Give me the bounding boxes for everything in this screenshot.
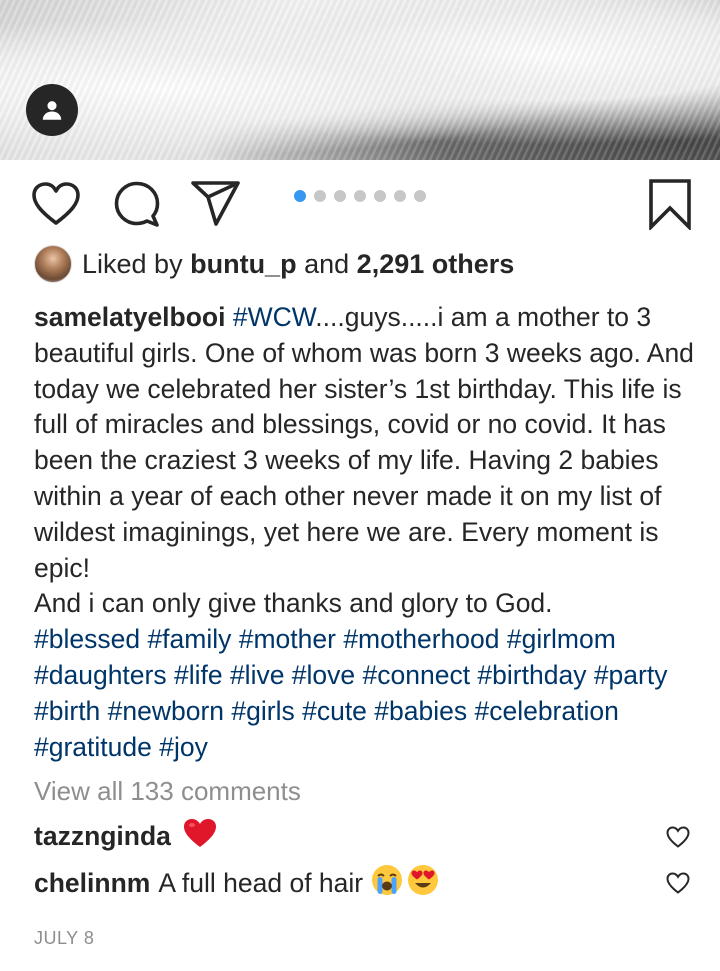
carousel-indicator <box>294 190 426 202</box>
view-all-comments-link[interactable]: View all 133 comments <box>34 776 301 807</box>
bookmark-icon[interactable] <box>648 178 692 235</box>
caption-hashtags[interactable]: #blessed #family #mother #motherhood #gi… <box>34 624 667 761</box>
share-icon[interactable] <box>190 180 242 233</box>
comment-heart-icon[interactable] <box>666 826 690 853</box>
comment-username[interactable]: chelinnm <box>34 868 150 899</box>
caption-text-2: And i can only give thanks and glory to … <box>34 588 553 619</box>
heart-emoji <box>183 818 217 855</box>
carousel-dot <box>414 190 426 202</box>
photo-texture <box>0 0 720 160</box>
liked-by-others[interactable]: 2,291 others <box>357 249 515 280</box>
comment-row: tazznginda <box>34 818 217 855</box>
carousel-dot <box>394 190 406 202</box>
comment-username[interactable]: tazznginda <box>34 821 171 852</box>
comment-icon[interactable] <box>113 180 161 233</box>
comment-text: A full head of hair <box>158 868 364 898</box>
likes-summary: Liked by buntu_p and 2,291 others <box>34 244 514 284</box>
post-photo[interactable] <box>0 0 720 160</box>
caption-username[interactable]: samelatyelbooi <box>34 302 225 332</box>
liked-by-and: and <box>304 248 350 279</box>
liked-by-user[interactable]: buntu_p <box>190 249 296 280</box>
carousel-dot <box>354 190 366 202</box>
post-date: JULY 8 <box>34 928 95 948</box>
carousel-dot <box>334 190 346 202</box>
liker-avatar[interactable] <box>34 245 72 283</box>
carousel-dot <box>374 190 386 202</box>
heart-icon[interactable] <box>32 182 80 231</box>
comment-row: chelinnm A full head of hair <box>34 864 439 903</box>
user-tag-icon[interactable] <box>26 84 78 136</box>
carousel-dot-active <box>294 190 306 202</box>
crying-face-emoji <box>371 864 403 903</box>
carousel-dot <box>314 190 326 202</box>
heart-eyes-emoji <box>407 864 439 903</box>
post-caption: samelatyelbooi #WCW....guys.....i am a m… <box>34 300 694 765</box>
caption-hashtag-wcw[interactable]: #WCW <box>233 302 315 332</box>
caption-text: ....guys.....i am a mother to 3 beautifu… <box>34 302 694 583</box>
liked-by-prefix: Liked by <box>82 248 183 279</box>
comment-heart-icon[interactable] <box>666 872 690 899</box>
